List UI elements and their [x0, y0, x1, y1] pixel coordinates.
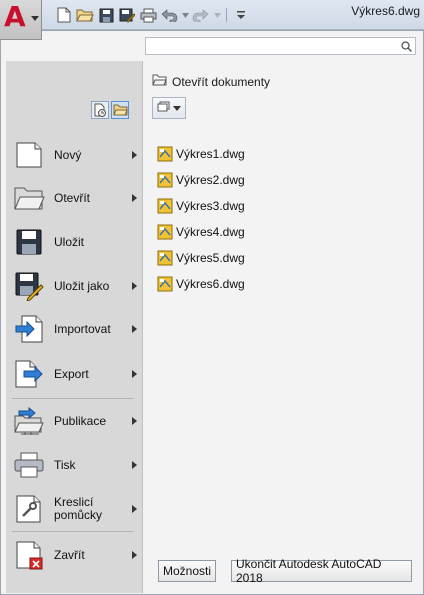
- file-name: Výkres4.dwg: [176, 225, 245, 239]
- close-document-icon: [12, 538, 46, 572]
- file-name: Výkres5.dwg: [176, 251, 245, 265]
- search-box[interactable]: [145, 37, 416, 55]
- command-new[interactable]: Nový: [6, 135, 143, 175]
- list-item[interactable]: Výkres6.dwg: [157, 271, 245, 297]
- save-icon[interactable]: [97, 6, 115, 24]
- save-as-icon: [12, 269, 46, 303]
- command-save-as[interactable]: Uložit jako: [6, 266, 143, 306]
- dwg-file-icon: [157, 276, 173, 292]
- command-print[interactable]: Tisk: [6, 445, 143, 485]
- redo-dropdown-icon[interactable]: [213, 6, 221, 24]
- chevron-right-icon: [132, 282, 137, 290]
- file-list: Výkres1.dwg Výkres2.dwg Výkres3.dwg Výkr…: [157, 141, 245, 297]
- folder-icon: [152, 74, 167, 89]
- file-name: Výkres3.dwg: [176, 199, 245, 213]
- chevron-right-icon: [132, 461, 137, 469]
- redo-icon[interactable]: [192, 6, 210, 24]
- file-name: Výkres1.dwg: [176, 147, 245, 161]
- customize-icon[interactable]: [232, 6, 250, 24]
- command-label: Publikace: [54, 413, 107, 428]
- window-title: Výkres6.dwg: [351, 4, 420, 18]
- command-label: Uložit: [54, 234, 85, 249]
- command-drawing-utilities[interactable]: Kreslicí pomůcky: [6, 489, 143, 529]
- dwg-file-icon: [157, 224, 173, 240]
- command-close[interactable]: Zavřít: [6, 535, 143, 575]
- chevron-right-icon: [132, 370, 137, 378]
- undo-icon[interactable]: [160, 6, 178, 24]
- list-item[interactable]: Výkres2.dwg: [157, 167, 245, 193]
- publish-icon: [12, 404, 46, 438]
- chevron-right-icon: [132, 325, 137, 333]
- chevron-right-icon: [132, 505, 137, 513]
- exit-autocad-button[interactable]: Ukončit Autodesk AutoCAD 2018: [231, 557, 412, 585]
- divider: [12, 398, 134, 399]
- command-import[interactable]: Importovat: [6, 309, 143, 349]
- command-save[interactable]: Uložit: [6, 222, 143, 262]
- dwg-file-icon: [157, 146, 173, 162]
- autocad-logo-icon: A: [4, 0, 26, 33]
- print-icon: [12, 448, 46, 482]
- open-icon[interactable]: [76, 6, 94, 24]
- list-item[interactable]: Výkres1.dwg: [157, 141, 245, 167]
- chevron-right-icon: [132, 417, 137, 425]
- list-item[interactable]: Výkres3.dwg: [157, 193, 245, 219]
- panel-title: Otevřít dokumenty: [172, 74, 271, 89]
- command-label: Export: [54, 366, 89, 381]
- file-name: Výkres2.dwg: [176, 173, 245, 187]
- list-item[interactable]: Výkres5.dwg: [157, 245, 245, 271]
- open-documents-panel: Otevřít dokumenty Výkres1.dwg Výkres2.dw…: [144, 61, 420, 593]
- search-icon[interactable]: [401, 41, 413, 55]
- options-button[interactable]: Možnosti: [158, 560, 216, 582]
- print-icon[interactable]: [139, 6, 157, 24]
- title-bar: Výkres6.dwg: [0, 0, 424, 30]
- export-icon: [12, 357, 46, 391]
- divider: [12, 531, 134, 532]
- chevron-right-icon: [132, 151, 137, 159]
- dwg-file-icon: [157, 172, 173, 188]
- command-label: Uložit jako: [54, 278, 110, 293]
- file-name: Výkres6.dwg: [176, 277, 245, 291]
- recent-documents-icon[interactable]: [91, 101, 109, 119]
- new-document-icon: [12, 138, 46, 172]
- save-as-icon[interactable]: [118, 6, 136, 24]
- chevron-right-icon: [132, 551, 137, 559]
- import-icon: [12, 312, 46, 346]
- chevron-right-icon: [132, 194, 137, 202]
- command-label: Otevřít: [54, 190, 91, 205]
- chevron-down-icon: [173, 105, 181, 111]
- quick-access-toolbar: [48, 6, 250, 24]
- save-icon: [12, 225, 46, 259]
- command-publish[interactable]: Publikace: [6, 401, 143, 441]
- new-icon[interactable]: [55, 6, 73, 24]
- panel-header: Otevřít dokumenty: [152, 74, 270, 89]
- application-menu: Nový Otevřít Uložit Uložit jako Importov…: [0, 30, 424, 595]
- view-mode-dropdown[interactable]: [152, 97, 186, 119]
- icons-view-icon: [157, 101, 170, 115]
- view-toggle-group: [91, 101, 129, 119]
- undo-dropdown-icon[interactable]: [181, 6, 189, 24]
- command-export[interactable]: Export: [6, 354, 143, 394]
- command-label: Zavřít: [54, 547, 85, 562]
- command-label: Importovat: [54, 321, 111, 336]
- dwg-file-icon: [157, 250, 173, 266]
- open-folder-icon: [12, 181, 46, 215]
- application-menu-button[interactable]: A: [0, 0, 42, 40]
- command-label: Nový: [54, 147, 82, 162]
- toolbar-separator: [226, 8, 227, 22]
- search-input[interactable]: [146, 38, 415, 54]
- command-column: Nový Otevřít Uložit Uložit jako Importov…: [6, 61, 143, 593]
- drawing-utilities-icon: [12, 492, 46, 526]
- chevron-down-icon: [31, 16, 39, 21]
- command-label: Kreslicí pomůcky: [54, 495, 103, 522]
- command-label: Tisk: [54, 457, 76, 472]
- open-documents-icon[interactable]: [111, 101, 129, 119]
- list-item[interactable]: Výkres4.dwg: [157, 219, 245, 245]
- command-open[interactable]: Otevřít: [6, 178, 143, 218]
- dwg-file-icon: [157, 198, 173, 214]
